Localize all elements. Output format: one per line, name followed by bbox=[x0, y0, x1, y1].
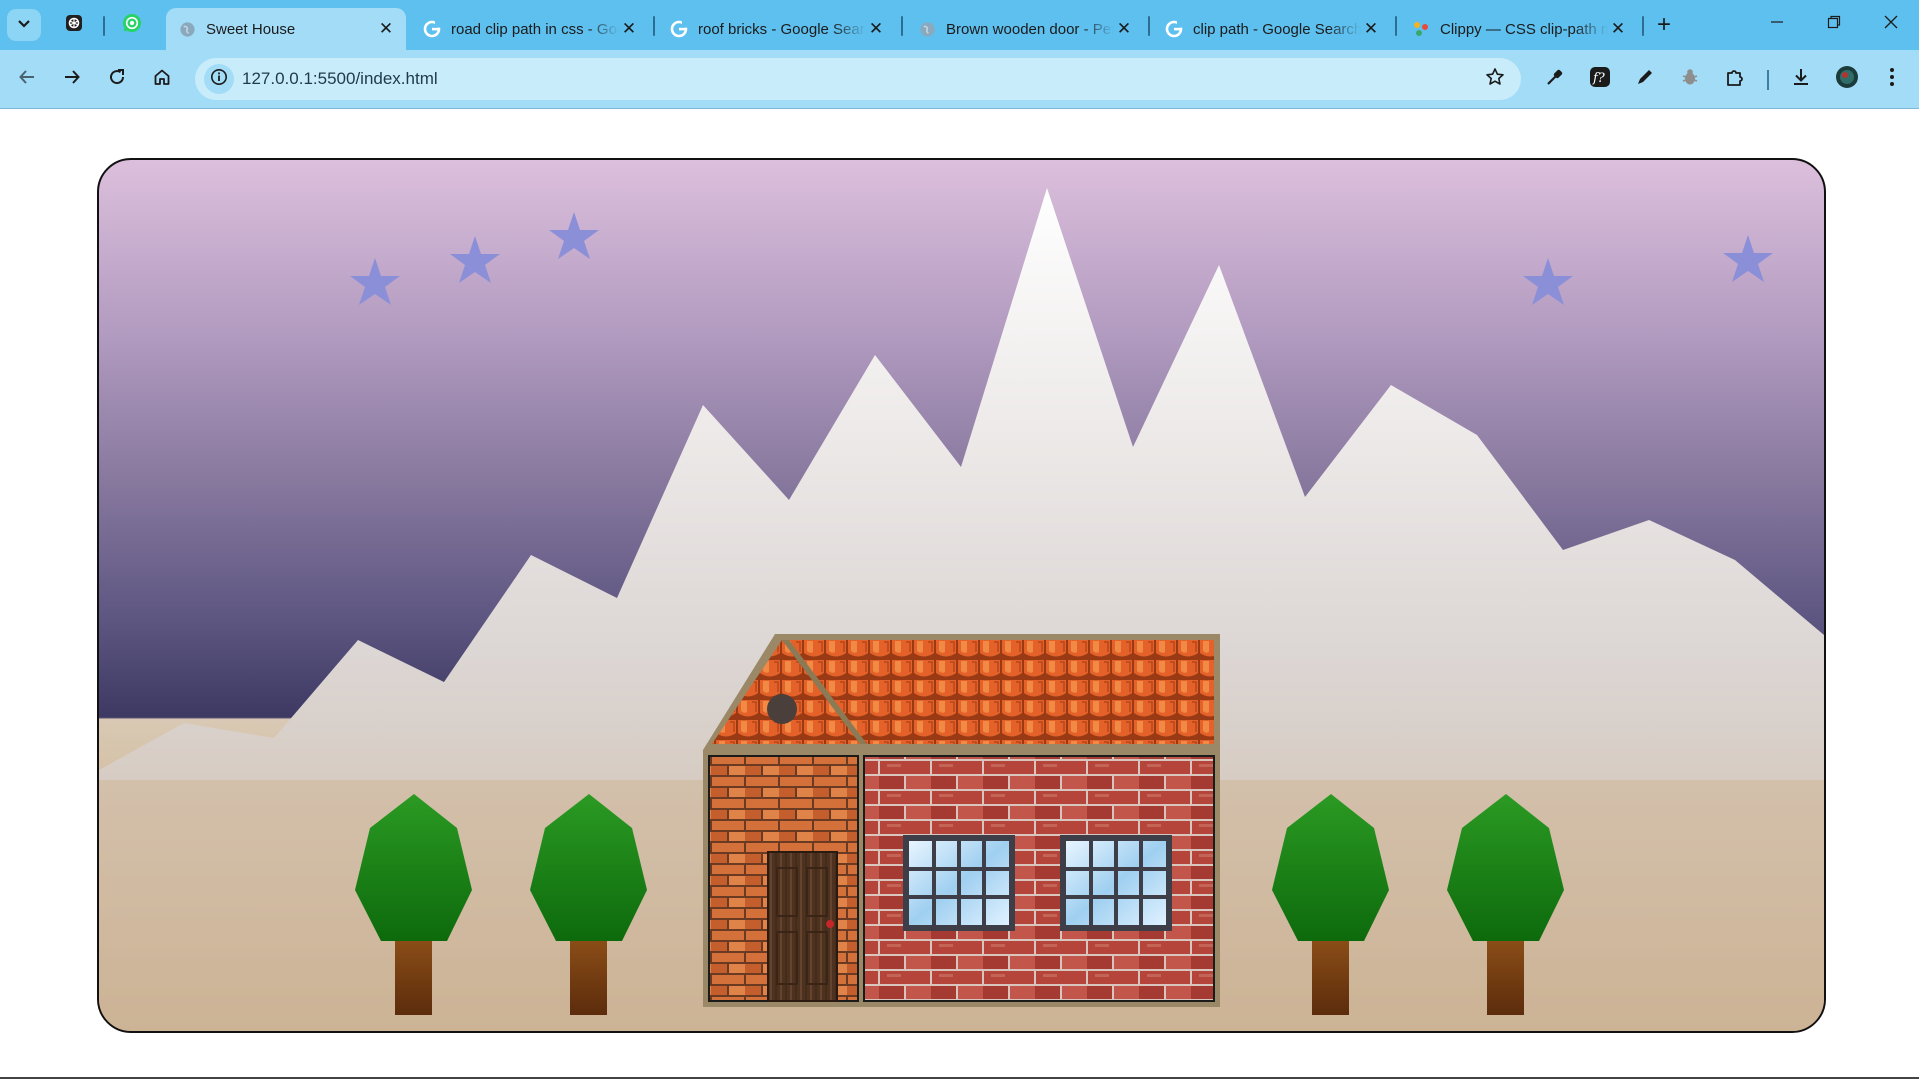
download-icon bbox=[1791, 67, 1811, 92]
browser-toolbar: 127.0.0.1:5500/index.html f? bbox=[0, 50, 1919, 109]
svg-text:f?: f? bbox=[1592, 71, 1606, 86]
forward-button[interactable] bbox=[56, 63, 88, 95]
sweet-house-scene bbox=[97, 158, 1826, 1033]
window bbox=[1060, 835, 1172, 931]
tab-separator bbox=[653, 16, 655, 36]
close-window-button[interactable] bbox=[1869, 8, 1913, 40]
site-info-icon bbox=[210, 68, 228, 91]
roof-tiles bbox=[712, 640, 1214, 744]
back-icon bbox=[18, 68, 36, 91]
star bbox=[1523, 258, 1573, 305]
tab-brown-wooden-door[interactable]: Brown wooden door - Pexels ✕ bbox=[906, 8, 1144, 50]
roof-vent bbox=[767, 694, 797, 724]
tab-title: Sweet House bbox=[206, 20, 296, 38]
tab-title: road clip path in css - Google Search bbox=[451, 20, 619, 38]
eyedropper-extension[interactable] bbox=[1539, 63, 1571, 95]
tab-close-icon[interactable]: ✕ bbox=[1608, 19, 1628, 39]
close-window-icon bbox=[1884, 15, 1898, 34]
tree-trunk bbox=[395, 941, 432, 1015]
restore-icon bbox=[1827, 15, 1841, 34]
chatgpt-icon bbox=[64, 13, 84, 38]
forward-icon bbox=[63, 68, 81, 91]
reload-button[interactable] bbox=[101, 63, 133, 95]
home-button[interactable] bbox=[146, 63, 178, 95]
minimize-icon bbox=[1770, 15, 1784, 34]
font-icon: f? bbox=[1589, 66, 1611, 93]
google-icon bbox=[423, 20, 441, 38]
address-bar[interactable]: 127.0.0.1:5500/index.html bbox=[195, 58, 1521, 100]
tree-trunk bbox=[1487, 941, 1524, 1015]
pen-extension[interactable] bbox=[1629, 63, 1661, 95]
tab-search-icon bbox=[17, 16, 31, 34]
google-icon bbox=[1165, 20, 1183, 38]
tab-sweet-house[interactable]: Sweet House ✕ bbox=[166, 8, 406, 50]
clippy-icon bbox=[1412, 20, 1430, 38]
star bbox=[450, 236, 500, 283]
door bbox=[767, 851, 838, 1002]
bookmark-star-icon bbox=[1485, 67, 1505, 92]
bug-extension[interactable] bbox=[1674, 63, 1706, 95]
extensions-icon bbox=[1725, 67, 1745, 92]
star bbox=[350, 258, 400, 305]
globe-icon bbox=[178, 20, 196, 38]
house bbox=[703, 634, 1220, 1007]
tab-title: roof bricks - Google Search bbox=[698, 20, 866, 38]
star bbox=[549, 212, 599, 259]
browser-menu-button[interactable] bbox=[1876, 63, 1908, 95]
eyedropper-icon bbox=[1545, 67, 1565, 92]
tab-close-icon[interactable]: ✕ bbox=[376, 19, 396, 39]
restore-button[interactable] bbox=[1812, 8, 1856, 40]
door-knob bbox=[826, 920, 834, 928]
minimize-button[interactable] bbox=[1755, 8, 1799, 40]
menu-icon bbox=[1889, 67, 1895, 92]
site-info-button[interactable] bbox=[204, 64, 234, 94]
tab-close-icon[interactable]: ✕ bbox=[1361, 19, 1381, 39]
tab-separator bbox=[1148, 16, 1150, 36]
tab-title: Brown wooden door - Pexels bbox=[946, 20, 1114, 38]
tree-trunk bbox=[570, 941, 607, 1015]
pinned-tab-chatgpt[interactable] bbox=[57, 9, 91, 41]
extensions-button[interactable] bbox=[1719, 63, 1751, 95]
tab-close-icon[interactable]: ✕ bbox=[866, 19, 886, 39]
bookmark-button[interactable] bbox=[1481, 65, 1509, 93]
tab-strip: Sweet House ✕ road clip path in css - Go… bbox=[0, 0, 1919, 50]
toolbar-separator bbox=[1767, 70, 1769, 90]
tab-roof-bricks[interactable]: roof bricks - Google Search ✕ bbox=[658, 8, 896, 50]
downloads-button[interactable] bbox=[1785, 63, 1817, 95]
star bbox=[1723, 235, 1773, 282]
pinned-tab-whatsapp[interactable] bbox=[115, 9, 149, 41]
back-button[interactable] bbox=[11, 63, 43, 95]
tab-separator bbox=[1395, 16, 1397, 36]
pen-icon bbox=[1635, 67, 1655, 92]
window bbox=[903, 835, 1015, 931]
tab-title: Clippy — CSS clip-path maker bbox=[1440, 20, 1608, 38]
tree-trunk bbox=[1312, 941, 1349, 1015]
globe-icon bbox=[918, 20, 936, 38]
tab-separator bbox=[103, 16, 105, 36]
tab-title: clip path - Google Search bbox=[1193, 20, 1361, 38]
tab-separator bbox=[901, 16, 903, 36]
tab-close-icon[interactable]: ✕ bbox=[619, 19, 639, 39]
reload-icon bbox=[108, 68, 126, 91]
new-tab-button[interactable]: + bbox=[1651, 11, 1677, 38]
tab-clippy[interactable]: Clippy — CSS clip-path maker ✕ bbox=[1400, 8, 1638, 50]
tab-road-clip-path[interactable]: road clip path in css - Google Search ✕ bbox=[411, 8, 649, 50]
whatsapp-icon bbox=[121, 12, 143, 39]
google-icon bbox=[670, 20, 688, 38]
home-icon bbox=[153, 68, 171, 91]
tab-separator bbox=[1642, 16, 1644, 36]
profile-icon bbox=[1835, 65, 1859, 94]
tab-close-icon[interactable]: ✕ bbox=[1114, 19, 1134, 39]
profile-button[interactable] bbox=[1831, 63, 1863, 95]
url-text[interactable]: 127.0.0.1:5500/index.html bbox=[242, 69, 438, 89]
tab-search-button[interactable] bbox=[7, 9, 41, 41]
tab-clip-path[interactable]: clip path - Google Search ✕ bbox=[1153, 8, 1391, 50]
moon bbox=[139, 188, 246, 307]
bug-icon bbox=[1680, 67, 1700, 92]
fonts-extension[interactable]: f? bbox=[1584, 63, 1616, 95]
